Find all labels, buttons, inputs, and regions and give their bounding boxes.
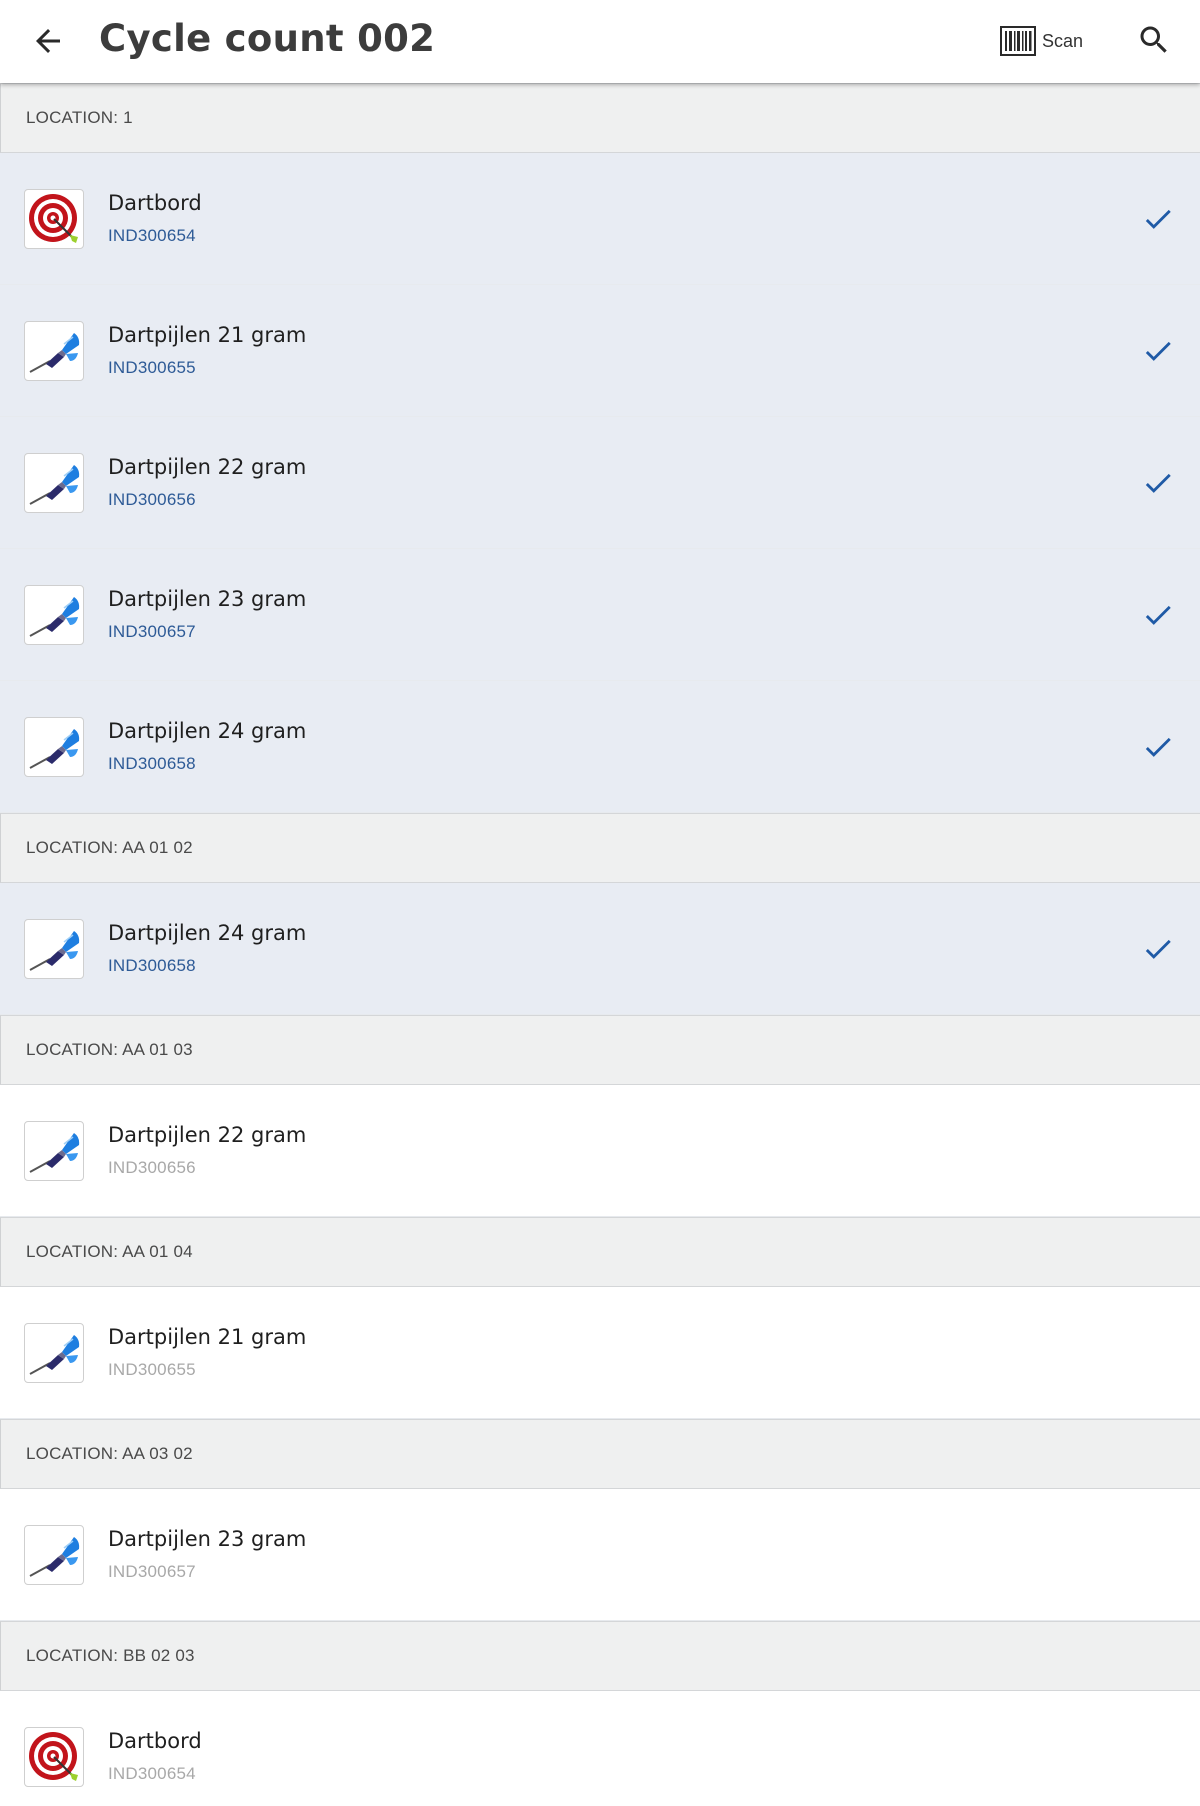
item-code: IND300656 [108,490,196,509]
dart-icon [29,1536,80,1577]
list-item[interactable]: Dartpijlen 22 gram IND300656 [0,417,1200,549]
item-name: Dartbord [108,1729,202,1753]
check-icon [1145,939,1171,959]
item-thumbnail [24,1726,84,1787]
item-text: Dartpijlen 21 gram IND300655 [108,323,306,378]
item-name: Dartbord [108,191,202,215]
item-name: Dartpijlen 22 gram [108,455,307,479]
item-thumbnail [24,1524,84,1585]
list-item[interactable]: Dartpijlen 21 gram IND300655 [0,1287,1200,1419]
app-bar: Cycle count 002 Scan [0,0,1200,83]
check-icon [1145,737,1171,757]
location-header: LOCATION: AA 01 03 [0,1015,1200,1085]
arrow-left-icon [36,29,60,53]
item-code: IND300655 [108,1360,196,1379]
list-item[interactable]: Dartpijlen 23 gram IND300657 [0,1489,1200,1621]
item-text: Dartbord IND300654 [108,191,202,246]
list-item[interactable]: Dartbord IND300654 [0,1691,1200,1806]
item-code: IND300655 [108,358,196,377]
item-text: Dartpijlen 23 gram IND300657 [108,1527,306,1582]
dart-icon [29,1132,80,1173]
dart-icon [29,728,80,769]
search-icon [1140,26,1167,53]
item-thumbnail [24,188,84,249]
scan-button[interactable]: Scan [1000,18,1083,64]
item-thumbnail [24,584,84,645]
item-thumbnail [24,1120,84,1181]
item-text: Dartpijlen 22 gram IND300656 [108,455,306,510]
dart-icon [29,930,80,971]
item-thumbnail [24,716,84,777]
search-button[interactable] [1128,14,1180,66]
list-item[interactable]: Dartpijlen 24 gram IND300658 [0,681,1200,813]
location-header: LOCATION: AA 01 04 [0,1217,1200,1287]
counted-check [1138,727,1178,767]
item-code: IND300656 [108,1158,196,1177]
item-name: Dartpijlen 23 gram [108,1527,307,1551]
item-thumbnail [24,320,84,381]
location-header: LOCATION: BB 02 03 [0,1621,1200,1691]
item-text: Dartbord IND300654 [108,1729,202,1784]
list-item[interactable]: Dartpijlen 24 gram IND300658 [0,883,1200,1015]
list-item[interactable]: Dartpijlen 23 gram IND300657 [0,549,1200,681]
list-item[interactable]: Dartbord IND300654 [0,153,1200,285]
item-text: Dartpijlen 24 gram IND300658 [108,921,306,976]
check-icon [1145,341,1171,361]
location-header: LOCATION: 1 [0,83,1200,153]
check-icon [1145,473,1171,493]
list-item[interactable]: Dartpijlen 21 gram IND300655 [0,285,1200,417]
list-item[interactable]: Dartpijlen 22 gram IND300656 [0,1085,1200,1217]
scan-label: Scan [1042,30,1084,51]
counted-check [1138,199,1178,239]
item-text: Dartpijlen 24 gram IND300658 [108,719,306,774]
item-thumbnail [24,452,84,513]
counted-check [1138,463,1178,503]
item-text: Dartpijlen 22 gram IND300656 [108,1123,306,1178]
item-code: IND300657 [108,622,196,641]
check-icon [1145,605,1171,625]
barcode-icon [1000,26,1036,56]
item-name: Dartpijlen 21 gram [108,1325,307,1349]
dart-icon [29,332,80,373]
counted-check [1138,929,1178,969]
dart-icon [29,596,80,637]
counted-check [1138,331,1178,371]
item-name: Dartpijlen 24 gram [108,921,307,945]
item-name: Dartpijlen 22 gram [108,1123,307,1147]
dart-icon [29,1334,80,1375]
item-name: Dartpijlen 23 gram [108,587,307,611]
item-code: IND300657 [108,1562,196,1581]
location-header: LOCATION: AA 03 02 [0,1419,1200,1489]
item-text: Dartpijlen 23 gram IND300657 [108,587,306,642]
item-text: Dartpijlen 21 gram IND300655 [108,1325,306,1380]
item-code: IND300654 [108,226,196,245]
item-thumbnail [24,1322,84,1383]
dartboard-icon [29,1731,78,1781]
item-name: Dartpijlen 24 gram [108,719,307,743]
item-name: Dartpijlen 21 gram [108,323,307,347]
dartboard-icon [29,193,78,243]
item-code: IND300658 [108,754,196,773]
page-title: Cycle count 002 [99,17,436,60]
item-code: IND300654 [108,1764,196,1783]
back-button[interactable] [22,18,74,64]
dart-icon [29,464,80,505]
counted-check [1138,595,1178,635]
cycle-count-list: LOCATION: 1 Dartbord IND300654 Dartpijle… [0,83,1200,1806]
location-header: LOCATION: AA 01 02 [0,813,1200,883]
item-thumbnail [24,918,84,979]
check-icon [1145,209,1171,229]
item-code: IND300658 [108,956,196,975]
